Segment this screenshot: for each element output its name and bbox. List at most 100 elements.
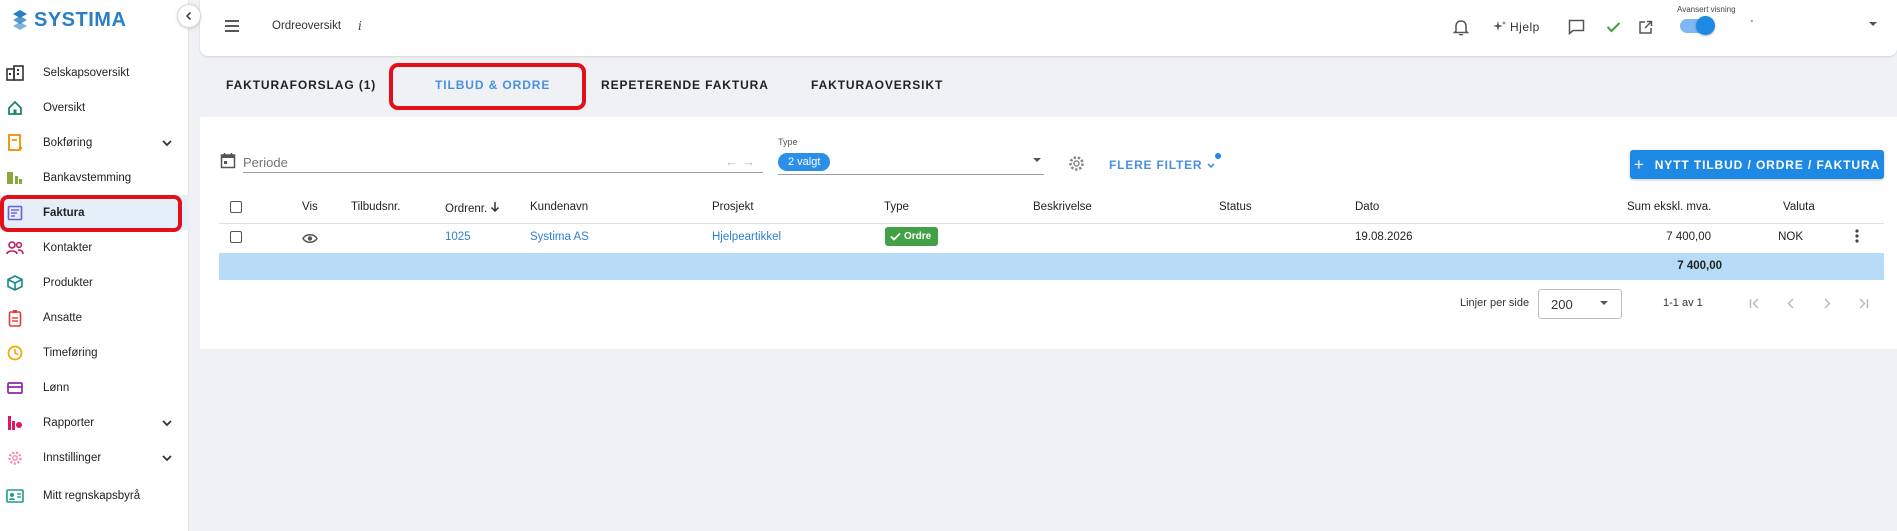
sidebar-item-lonn[interactable]: Lønn — [0, 370, 189, 405]
home-icon — [5, 98, 25, 118]
sidebar-item-mitt-regnskapsbyra[interactable]: Mitt regnskapsbyrå — [0, 478, 189, 513]
settings-gear-icon[interactable] — [1068, 155, 1085, 172]
column-header-ordrenr-label: Ordrenr. — [445, 203, 488, 215]
first-page-icon[interactable] — [1747, 295, 1763, 311]
gear-icon — [5, 448, 25, 468]
sidebar-item-faktura[interactable]: Faktura — [0, 195, 189, 230]
sidebar-item-produkter[interactable]: Produkter — [0, 265, 189, 300]
cell-prosjekt-link[interactable]: Hjelpeartikkel — [712, 231, 781, 243]
cell-valuta: NOK — [1778, 231, 1803, 243]
sidebar-item-label: Faktura — [43, 206, 85, 219]
advanced-view-label: Avansert visning — [1677, 5, 1736, 14]
chevron-down-icon — [162, 454, 172, 461]
column-header-valuta[interactable]: Valuta — [1783, 201, 1815, 213]
invoice-icon — [5, 203, 25, 223]
caret-down-icon — [1033, 158, 1041, 162]
page-title: Ordreoversikt — [272, 20, 342, 32]
buildings-icon — [5, 63, 25, 83]
sidebar-item-kontakter[interactable]: Kontakter — [0, 230, 189, 265]
new-quote-order-invoice-button[interactable]: + NYTT TILBUD / ORDRE / FAKTURA — [1630, 150, 1884, 179]
advanced-view-toggle-knob[interactable] — [1696, 16, 1715, 35]
contacts-icon — [5, 238, 25, 258]
new-button-label: NYTT TILBUD / ORDRE / FAKTURA — [1654, 157, 1881, 172]
sidebar-item-label: Timeføring — [43, 346, 98, 359]
caret-down-icon[interactable] — [1868, 21, 1878, 27]
column-header-ordrenr[interactable]: Ordrenr. — [445, 201, 500, 215]
chevron-left-icon — [185, 11, 192, 21]
sidebar-item-label: Rapporter — [43, 416, 95, 429]
checkmark-icon[interactable] — [1603, 17, 1623, 37]
divider — [219, 223, 1884, 224]
column-header-dato[interactable]: Dato — [1355, 201, 1379, 213]
sidebar-item-selskapsoversikt[interactable]: Selskapsoversikt — [0, 55, 189, 90]
chat-icon[interactable] — [1566, 17, 1586, 37]
sidebar-item-label: Innstillinger — [43, 451, 102, 464]
user-name[interactable]: ' — [1751, 19, 1753, 30]
ledger-icon — [5, 133, 25, 153]
sidebar-item-label: Lønn — [43, 381, 70, 394]
tab-fakturaoversikt[interactable]: FAKTURAOVERSIKT — [811, 78, 943, 92]
type-select[interactable]: 2 valgt — [778, 151, 1044, 175]
bell-icon[interactable] — [1451, 17, 1471, 37]
type-chip: 2 valgt — [778, 153, 831, 171]
cell-kundenavn-link[interactable]: Systima AS — [530, 231, 589, 243]
column-header-status[interactable]: Status — [1219, 201, 1252, 213]
more-filters-label: FLERE FILTER — [1109, 158, 1203, 172]
sidebar-item-timeforing[interactable]: Timeføring — [0, 335, 189, 370]
column-header-prosjekt[interactable]: Prosjekt — [712, 201, 754, 213]
contact-card-icon — [5, 486, 25, 506]
sidebar-item-rapporter[interactable]: Rapporter — [0, 405, 189, 440]
more-filters-button[interactable]: FLERE FILTER — [1109, 158, 1215, 172]
rows-per-page-select[interactable]: 200 — [1538, 289, 1622, 319]
eye-icon[interactable] — [302, 233, 318, 244]
sidebar-item-bokforing[interactable]: Bokføring — [0, 125, 189, 160]
last-page-icon[interactable] — [1855, 295, 1871, 311]
open-external-icon[interactable] — [1635, 17, 1655, 37]
column-header-beskrivelse[interactable]: Beskrivelse — [1033, 201, 1092, 213]
select-all-checkbox[interactable] — [230, 201, 242, 213]
sidebar-item-innstillinger[interactable]: Innstillinger — [0, 440, 189, 475]
calendar-icon[interactable] — [220, 152, 236, 169]
clock-icon — [5, 343, 25, 363]
row-checkbox[interactable] — [230, 231, 242, 243]
sidebar-item-label: Produkter — [43, 276, 93, 289]
more-actions-icon[interactable] — [1854, 229, 1860, 243]
column-header-sum[interactable]: Sum ekskl. mva. — [1627, 201, 1711, 213]
column-header-tilbudsnr[interactable]: Tilbudsnr. — [351, 201, 400, 213]
topbar: Ordreoversikt i Hjelp Avansert visning ' — [200, 0, 1897, 56]
tab-fakturaforslag[interactable]: FAKTURAFORSLAG (1) — [226, 78, 376, 92]
tab-tilbud-ordre[interactable]: TILBUD & ORDRE — [435, 78, 550, 92]
sidebar-item-ansatte[interactable]: Ansatte — [0, 300, 189, 335]
systima-logo-icon — [13, 10, 27, 30]
cell-ordrenr-link[interactable]: 1025 — [445, 231, 471, 243]
next-page-icon[interactable] — [1819, 295, 1835, 311]
sidebar-item-bankavstemming[interactable]: Bankavstemming — [0, 160, 189, 195]
orders-card: ←→ Type 2 valgt FLERE FILTER + NYTT TILB… — [200, 117, 1897, 349]
cell-dato: 19.08.2026 — [1355, 231, 1413, 243]
previous-page-icon[interactable] — [1783, 295, 1799, 311]
caret-down-icon — [1600, 301, 1608, 305]
pagination-range: 1-1 av 1 — [1663, 297, 1703, 309]
sidebar-item-label: Oversikt — [43, 101, 86, 114]
sidebar-item-label: Bankavstemming — [43, 171, 132, 184]
check-icon — [890, 232, 901, 241]
filter-bar: ←→ Type 2 valgt FLERE FILTER + NYTT TILB… — [200, 117, 1897, 187]
column-header-kundenavn[interactable]: Kundenavn — [530, 201, 588, 213]
logo[interactable]: SYSTIMA — [10, 8, 126, 32]
sidebar-item-label: Mitt regnskapsbyrå — [43, 489, 141, 502]
sidebar-item-label: Selskapsoversikt — [43, 66, 130, 79]
help-button[interactable]: Hjelp — [1510, 20, 1540, 34]
hamburger-menu-icon[interactable] — [224, 19, 240, 33]
collapse-sidebar-button[interactable] — [177, 4, 201, 28]
sidebar-item-oversikt[interactable]: Oversikt — [0, 90, 189, 125]
period-arrows[interactable]: ←→ — [725, 154, 759, 169]
rows-per-page-label: Linjer per side — [1460, 297, 1530, 309]
plus-icon: + — [1633, 154, 1645, 174]
period-input[interactable] — [243, 153, 763, 173]
column-header-vis: Vis — [302, 201, 318, 213]
tab-repeterende-faktura[interactable]: REPETERENDE FAKTURA — [601, 78, 769, 92]
info-icon[interactable]: i — [358, 19, 362, 33]
column-header-type[interactable]: Type — [884, 201, 909, 213]
sparkle-icon[interactable] — [1490, 17, 1510, 37]
total-sum: 7 400,00 — [1677, 260, 1722, 272]
